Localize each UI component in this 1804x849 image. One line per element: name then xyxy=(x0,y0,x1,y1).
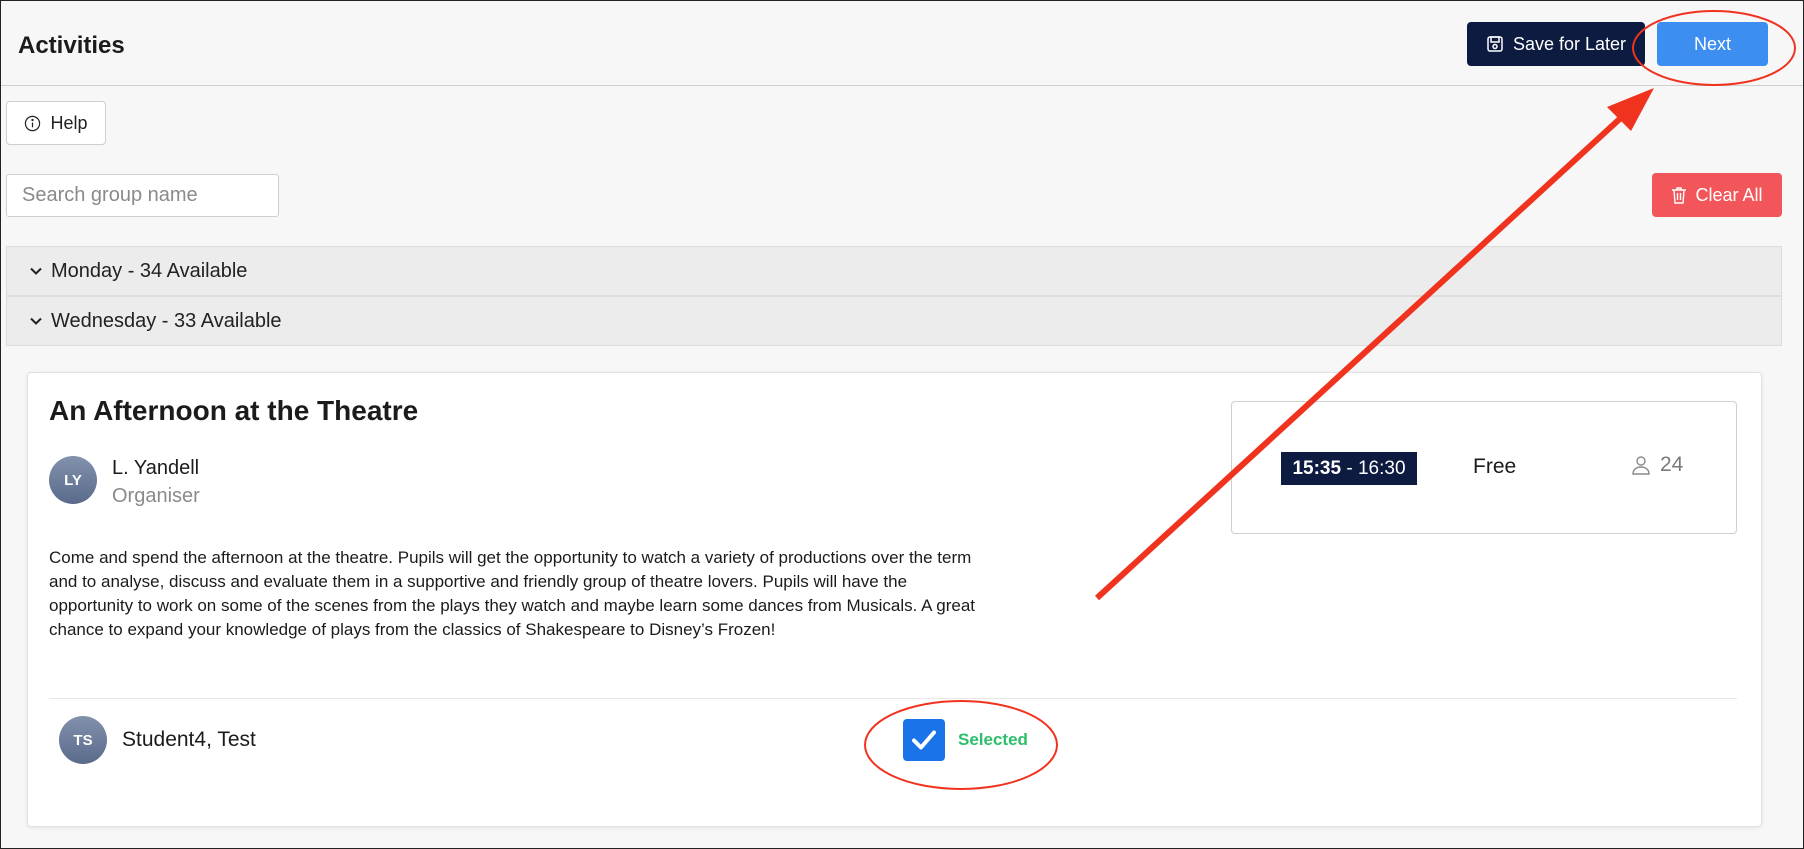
help-label: Help xyxy=(50,112,88,133)
clear-all-button[interactable]: Clear All xyxy=(1652,173,1782,217)
activity-title: An Afternoon at the Theatre xyxy=(49,395,419,426)
page-title: Activities xyxy=(18,32,125,59)
session-time-badge: 15:35 - 16:30 xyxy=(1281,452,1417,485)
activity-description: Come and spend the afternoon at the thea… xyxy=(49,548,976,639)
person-icon xyxy=(1630,454,1652,476)
annotation-arrow-head xyxy=(1607,88,1654,131)
save-for-later-button[interactable]: Save for Later xyxy=(1467,22,1645,66)
day-label: Wednesday - 33 Available xyxy=(51,309,282,332)
day-section-wednesday[interactable]: Wednesday - 33 Available xyxy=(6,296,1782,346)
card-divider xyxy=(49,698,1737,699)
session-end-time: 16:30 xyxy=(1357,457,1406,479)
select-activity-checkbox[interactable] xyxy=(903,719,945,761)
selected-status: Selected xyxy=(958,730,1028,749)
day-section-monday[interactable]: Monday - 34 Available xyxy=(6,246,1782,296)
clear-all-label: Clear All xyxy=(1695,184,1763,205)
next-button[interactable]: Next xyxy=(1657,22,1768,66)
top-bar: Activities Save for Later Next xyxy=(0,0,1804,86)
chevron-down-icon xyxy=(29,314,43,328)
organiser-name: L. Yandell xyxy=(112,457,200,479)
session-spaces: 24 xyxy=(1630,453,1683,477)
save-icon xyxy=(1486,35,1504,53)
help-button[interactable]: Help xyxy=(6,101,106,145)
next-label: Next xyxy=(1693,33,1731,54)
student-avatar: TS xyxy=(59,716,107,764)
organiser-role: Organiser xyxy=(112,485,200,507)
info-icon xyxy=(24,115,41,132)
chevron-down-icon xyxy=(29,264,43,278)
day-label: Monday - 34 Available xyxy=(51,259,248,282)
session-time-separator: - xyxy=(1341,457,1358,479)
student-name: Student4, Test xyxy=(122,728,256,751)
session-start-time: 15:35 xyxy=(1292,457,1342,479)
session-price: Free xyxy=(1473,455,1517,478)
organiser-avatar: LY xyxy=(49,456,97,504)
search-group-input[interactable] xyxy=(6,174,279,217)
spaces-count: 24 xyxy=(1660,453,1684,476)
checkmark-icon xyxy=(912,730,936,750)
save-for-later-label: Save for Later xyxy=(1512,33,1627,54)
trash-icon xyxy=(1671,186,1687,204)
